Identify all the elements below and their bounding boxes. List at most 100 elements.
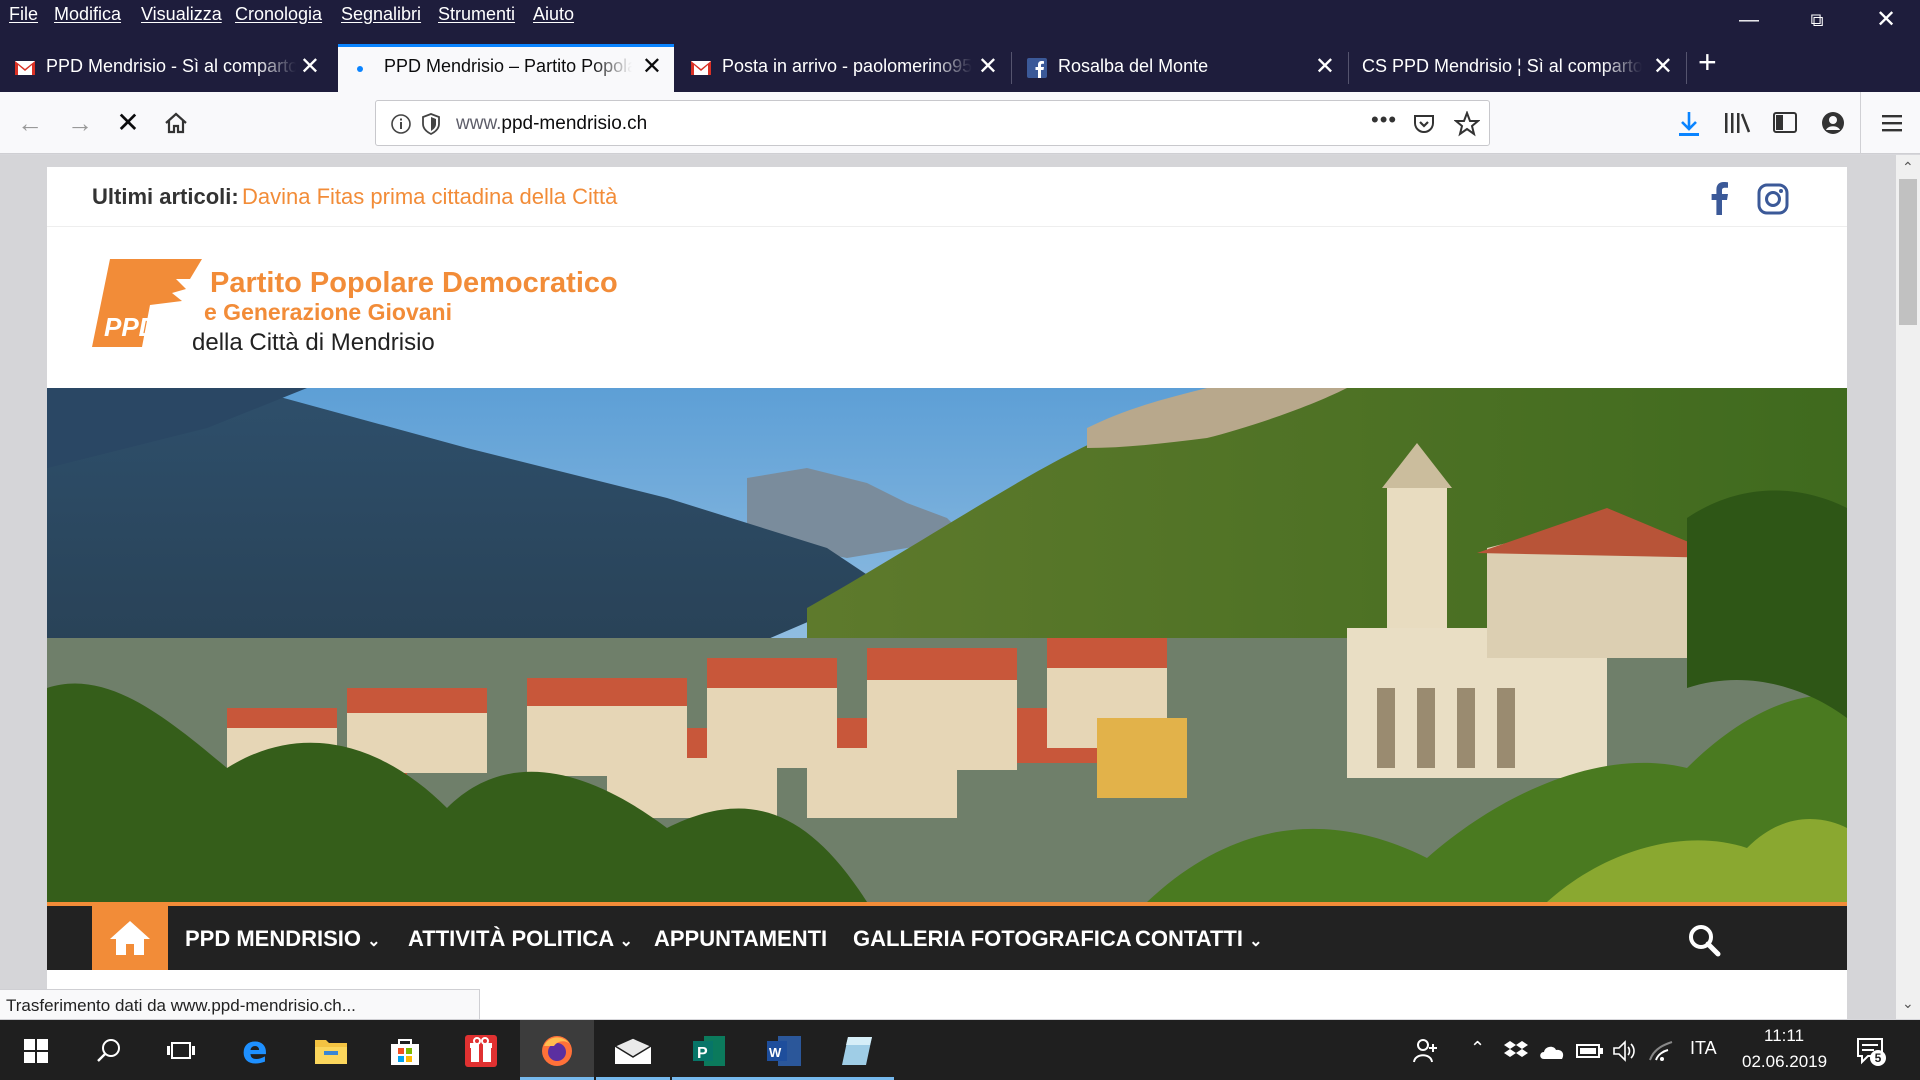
site-logo[interactable]: PPD Partito Popolare Democratico e Gener…	[92, 257, 618, 357]
word-app[interactable]: W	[746, 1020, 820, 1080]
gift-app[interactable]	[444, 1020, 518, 1080]
menu-modifica[interactable]: Modifica	[54, 4, 121, 25]
toolbar-divider	[1860, 92, 1861, 154]
new-tab-button[interactable]: +	[1698, 42, 1717, 82]
site-container: Ultimi articoli: Davina Fitas prima citt…	[47, 167, 1847, 1019]
chevron-down-icon: ⌄	[1249, 933, 1263, 950]
url-bar[interactable]: www.ppd-mendrisio.ch •••	[375, 100, 1490, 146]
page-scrollbar[interactable]: ⌃ ⌄	[1896, 155, 1920, 1019]
home-icon	[110, 921, 150, 955]
status-bar: Trasferimento dati da www.ppd-mendrisio.…	[0, 989, 480, 1020]
dropbox-icon[interactable]	[1504, 1040, 1528, 1060]
clock-date[interactable]: 02.06.2019	[1742, 1052, 1827, 1072]
account-icon[interactable]	[1820, 110, 1846, 136]
search-icon[interactable]	[1687, 923, 1721, 957]
site-header: PPD Partito Popolare Democratico e Gener…	[47, 227, 1847, 388]
tab-title: CS PPD Mendrisio ¦ Sì al comparto V	[1362, 56, 1642, 77]
firefox-icon	[542, 1036, 572, 1066]
show-hidden-icons[interactable]: ⌃	[1470, 1038, 1485, 1059]
close-tab-icon[interactable]: ✕	[1653, 52, 1673, 81]
onedrive-icon[interactable]	[1538, 1042, 1566, 1060]
tab-separator	[1348, 52, 1349, 84]
task-view-icon	[167, 1042, 195, 1059]
page-actions-icon[interactable]: •••	[1371, 107, 1397, 133]
menu-cronologia[interactable]: Cronologia	[235, 4, 322, 25]
instagram-icon[interactable]	[1757, 183, 1789, 215]
store-app[interactable]	[368, 1020, 442, 1080]
tab-gmail-ppd[interactable]: PPD Mendrisio - Sì al comparto ✕	[0, 44, 332, 92]
tab-title: PPD Mendrisio – Partito Popolare	[384, 56, 632, 77]
nav-label: CONTATTI	[1135, 926, 1243, 951]
search-button[interactable]	[72, 1020, 146, 1080]
home-button[interactable]	[158, 105, 194, 141]
stop-loading-button[interactable]: ✕	[110, 105, 146, 141]
wifi-icon[interactable]	[1648, 1040, 1674, 1062]
search-icon	[97, 1039, 120, 1062]
latest-articles-label: Ultimi articoli:	[92, 184, 239, 209]
scroll-down-icon[interactable]: ⌄	[1902, 995, 1914, 1012]
latest-article-link[interactable]: Davina Fitas prima cittadina della Città	[242, 184, 617, 210]
tracking-shield-icon[interactable]	[420, 112, 442, 136]
tab-title: Posta in arrivo - paolomerino95	[722, 56, 972, 77]
pocket-icon[interactable]	[1412, 112, 1436, 136]
edge-icon: e	[242, 1028, 268, 1072]
firefox-app[interactable]	[520, 1020, 594, 1080]
nav-attivita-politica[interactable]: ATTIVITÀ POLITICA ⌄	[408, 926, 633, 952]
nav-contatti[interactable]: CONTATTI ⌄	[1135, 926, 1262, 952]
gmail-icon	[691, 61, 711, 75]
action-center-button[interactable]: 5	[1856, 1036, 1886, 1066]
main-navigation: PPD MENDRISIO ⌄ ATTIVITÀ POLITICA ⌄ APPU…	[47, 906, 1847, 970]
downloads-icon[interactable]	[1676, 110, 1702, 138]
url-text[interactable]: www.ppd-mendrisio.ch	[456, 113, 647, 135]
publisher-app[interactable]: P	[672, 1020, 746, 1080]
mail-app[interactable]	[596, 1020, 670, 1080]
menu-visualizza[interactable]: Visualizza	[141, 4, 222, 25]
menu-strumenti[interactable]: Strumenti	[438, 4, 515, 25]
battery-icon[interactable]	[1576, 1042, 1604, 1060]
sidebar-icon[interactable]	[1772, 110, 1798, 136]
library-icon[interactable]	[1722, 110, 1752, 136]
home-icon	[165, 112, 187, 134]
file-explorer-app[interactable]	[294, 1020, 368, 1080]
close-tab-icon[interactable]: ✕	[978, 52, 998, 81]
info-icon[interactable]	[390, 113, 412, 135]
facebook-icon[interactable]	[1709, 181, 1729, 215]
close-tab-icon[interactable]: ✕	[300, 52, 320, 81]
store-icon	[391, 1039, 419, 1065]
news-ticker-bar: Ultimi articoli: Davina Fitas prima citt…	[47, 167, 1847, 227]
tab-ppd-active[interactable]: PPD Mendrisio – Partito Popolare ✕	[338, 44, 674, 92]
hamburger-menu-icon[interactable]	[1880, 112, 1904, 134]
people-icon[interactable]	[1412, 1036, 1440, 1064]
forward-button[interactable]: →	[62, 105, 98, 141]
volume-icon[interactable]	[1612, 1040, 1636, 1062]
input-language[interactable]: ITA	[1690, 1038, 1717, 1059]
nav-home-button[interactable]	[92, 906, 168, 970]
nav-galleria-fotografica[interactable]: GALLERIA FOTOGRAFICA	[853, 926, 1132, 952]
menu-segnalibri[interactable]: Segnalibri	[341, 4, 421, 25]
bookmark-star-icon[interactable]	[1454, 111, 1480, 137]
logo-badge-text: PPD	[104, 312, 158, 342]
back-button[interactable]: ←	[12, 105, 48, 141]
nav-appuntamenti[interactable]: APPUNTAMENTI	[654, 926, 827, 952]
scroll-up-icon[interactable]: ⌃	[1902, 159, 1914, 176]
start-button[interactable]	[0, 1020, 74, 1080]
tab-gmail-inbox[interactable]: Posta in arrivo - paolomerino95 ✕	[676, 44, 1010, 92]
edge-app[interactable]: e	[220, 1020, 294, 1080]
logo-subtitle: e Generazione Giovani	[204, 299, 452, 325]
close-tab-icon[interactable]: ✕	[642, 52, 662, 81]
clock-time[interactable]: 11:11	[1764, 1026, 1804, 1046]
scrollbar-thumb[interactable]	[1899, 179, 1917, 325]
menu-aiuto[interactable]: Aiuto	[533, 4, 574, 25]
menu-file[interactable]: File	[9, 4, 38, 25]
hero-image-mendrisio	[47, 388, 1847, 902]
nav-ppd-mendrisio[interactable]: PPD MENDRISIO ⌄	[185, 926, 381, 952]
close-tab-icon[interactable]: ✕	[1315, 52, 1335, 81]
nav-label: ATTIVITÀ POLITICA	[408, 926, 614, 951]
tab-facebook[interactable]: Rosalba del Monte ✕	[1012, 44, 1347, 92]
tab-title: PPD Mendrisio - Sì al comparto	[46, 56, 296, 77]
notification-count: 5	[1870, 1050, 1886, 1066]
tab-cs-ppd[interactable]: CS PPD Mendrisio ¦ Sì al comparto V ✕	[1350, 44, 1685, 92]
gmail-icon	[15, 61, 35, 75]
task-view-button[interactable]	[144, 1020, 218, 1080]
notes-app[interactable]	[820, 1020, 894, 1080]
